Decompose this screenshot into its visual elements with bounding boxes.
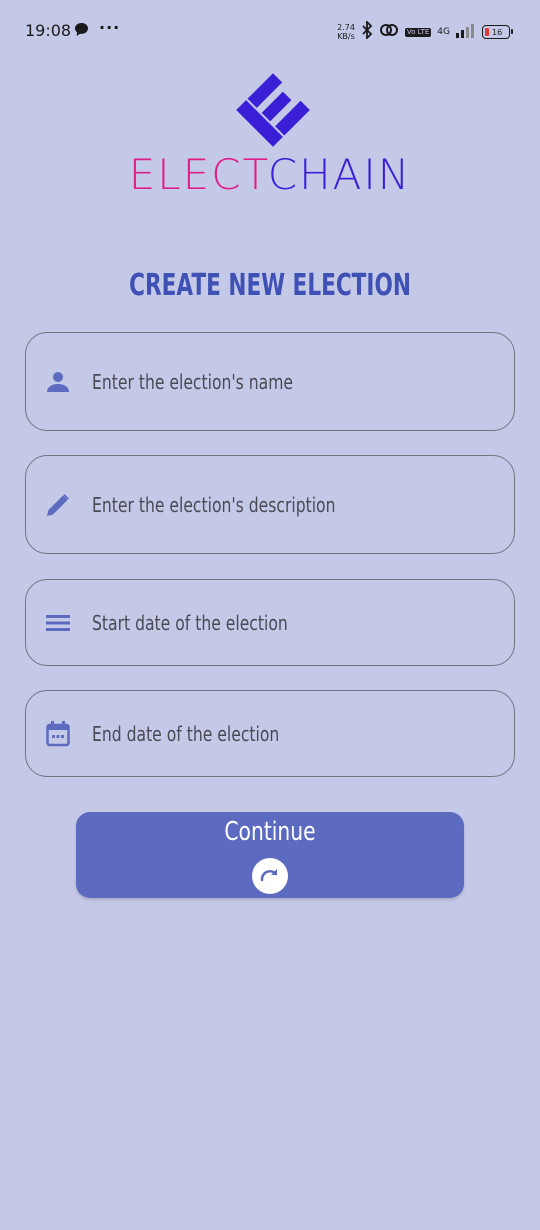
election-name-field[interactable]: Enter the election's name (25, 332, 515, 431)
electchain-logo-icon (236, 73, 310, 147)
election-name-placeholder: Enter the election's name (92, 369, 293, 394)
logo-text-elect: ELECT (128, 150, 268, 199)
calendar-icon (45, 720, 71, 747)
bluetooth-icon (361, 19, 373, 43)
signal-icon (456, 22, 476, 42)
status-time: 19:08 (25, 21, 72, 40)
election-description-placeholder: Enter the election's description (92, 492, 336, 517)
network-type: 4G (437, 26, 450, 37)
continue-button-label: Continue (224, 817, 316, 847)
net-speed: 2.74 KB/s (337, 23, 355, 41)
end-date-placeholder: End date of the election (92, 721, 280, 746)
net-speed-value: 2.74 (337, 23, 355, 32)
net-speed-unit: KB/s (337, 32, 355, 41)
volte-badge: Vo LTE (404, 27, 432, 37)
pencil-icon (45, 492, 71, 518)
end-date-field[interactable]: End date of the election (25, 690, 515, 777)
more-dots-icon: ··· (99, 18, 121, 37)
menu-lines-icon (45, 610, 71, 636)
status-right: 2.74 KB/s Vo LTE 4G 16 (337, 18, 513, 46)
app-logo: ELECTCHAIN (0, 72, 540, 202)
person-icon (45, 369, 71, 395)
election-description-field[interactable]: Enter the election's description (25, 455, 515, 554)
redo-arrow-icon (252, 858, 288, 894)
start-date-placeholder: Start date of the election (92, 610, 288, 635)
start-date-field[interactable]: Start date of the election (25, 579, 515, 666)
battery-fill (485, 28, 489, 36)
battery-icon: 16 (482, 25, 513, 39)
logo-text-chain: CHAIN (267, 150, 412, 199)
chat-bubble-icon (74, 22, 89, 41)
logo-wordmark: ELECTCHAIN (0, 150, 540, 199)
continue-button[interactable]: Continue (76, 812, 464, 898)
battery-level: 16 (492, 27, 503, 37)
link-icon (379, 22, 399, 42)
status-bar: 19:08 ··· 2.74 KB/s Vo LTE 4G 16 (0, 0, 540, 62)
page-title: CREATE NEW ELECTION (129, 268, 411, 303)
